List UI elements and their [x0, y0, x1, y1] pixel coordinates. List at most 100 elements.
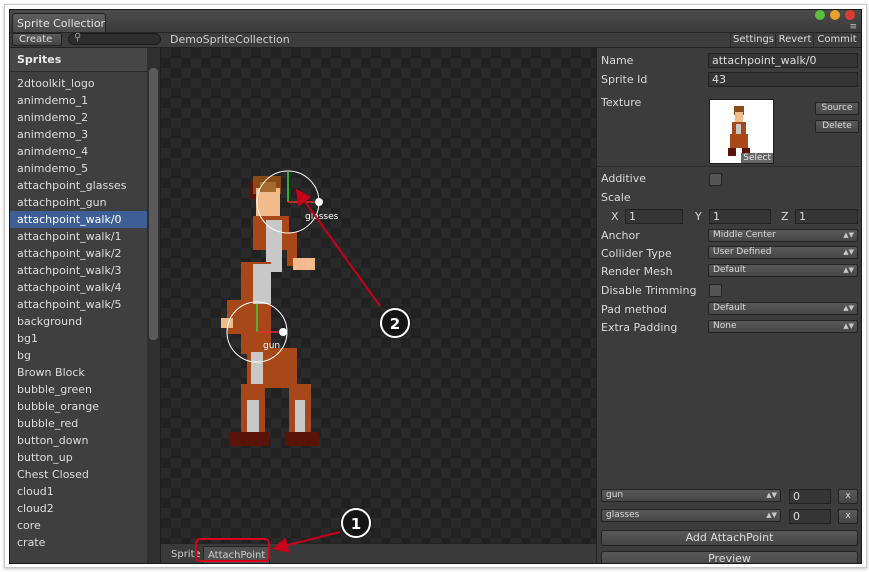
sprite-list-item[interactable]: bubble_red	[10, 415, 147, 432]
sprite-list-item[interactable]: attachpoint_walk/2	[10, 245, 147, 262]
source-button[interactable]: Source	[815, 102, 859, 115]
texture-thumbnail[interactable]: Select	[709, 99, 774, 164]
sidebar-scrollbar[interactable]	[147, 48, 161, 563]
sprite-list-item[interactable]: animdemo_1	[10, 92, 147, 109]
sprite-list-item[interactable]: button_down	[10, 432, 147, 449]
additive-checkbox[interactable]	[709, 173, 722, 186]
scale-y-field[interactable]: 1	[709, 209, 771, 224]
chevron-updown-icon: ▲▼	[843, 322, 854, 330]
sprite-list-item[interactable]: bg	[10, 347, 147, 364]
sprite-list-item[interactable]: cloud2	[10, 500, 147, 517]
render-mesh-label: Render Mesh	[601, 265, 673, 278]
sprite-list-item[interactable]: button_up	[10, 449, 147, 466]
attachpoint-glasses-dropdown[interactable]: glasses ▲▼	[601, 509, 781, 522]
sprite-id-field[interactable]: 43	[708, 72, 858, 87]
gun-handle[interactable]	[279, 328, 287, 336]
glasses-label: glasses	[305, 212, 339, 222]
sprite-sidebar: Sprites 2dtoolkit_logo animdemo_1 animdemo…	[10, 48, 148, 563]
remove-glasses-button[interactable]: x	[838, 509, 858, 524]
render-mesh-dropdown[interactable]: Default ▲▼	[708, 264, 858, 277]
menu-icon[interactable]: ≡	[849, 22, 857, 32]
additive-label: Additive	[601, 172, 646, 185]
callout-badge-1: 1	[341, 508, 371, 538]
sprite-list-item[interactable]: animdemo_5	[10, 160, 147, 177]
minimize-icon[interactable]	[830, 10, 840, 20]
sprite-list-item[interactable]: attachpoint_walk/3	[10, 262, 147, 279]
settings-button[interactable]: Settings	[730, 33, 776, 47]
pad-method-dropdown[interactable]: Default ▲▼	[708, 302, 858, 315]
preview-button[interactable]: Preview	[601, 551, 858, 563]
scale-z-field[interactable]: 1	[795, 209, 858, 224]
sprite-list-item[interactable]: Chest Closed	[10, 466, 147, 483]
sprite-list-item[interactable]: Brown Block	[10, 364, 147, 381]
attachpoint-glasses-angle[interactable]: 0	[789, 509, 831, 524]
sprite-list-item[interactable]: cloud1	[10, 483, 147, 500]
scale-label: Scale	[601, 191, 631, 204]
extra-padding-label: Extra Padding	[601, 321, 678, 334]
remove-gun-button[interactable]: x	[838, 489, 858, 504]
scale-x-label: X	[611, 210, 619, 223]
render-mesh-value: Default	[713, 265, 746, 275]
create-dropdown[interactable]: Create ▼	[12, 33, 62, 56]
search-icon: ⚲	[74, 32, 82, 43]
revert-button[interactable]: Revert	[775, 33, 814, 47]
sprite-list-item[interactable]: animdemo_3	[10, 126, 147, 143]
collection-title: DemoSpriteCollection	[170, 33, 290, 46]
collider-type-label: Collider Type	[601, 247, 672, 260]
name-field[interactable]: attachpoint_walk/0	[708, 53, 858, 68]
scale-x-field[interactable]: 1	[625, 209, 683, 224]
sprite-list-item[interactable]: attachpoint_walk/4	[10, 279, 147, 296]
add-attachpoint-button[interactable]: Add AttachPoint	[601, 530, 858, 546]
chevron-updown-icon: ▲▼	[843, 304, 854, 312]
sprite-inspector: Name attachpoint_walk/0 Sprite Id 43 Tex…	[596, 48, 861, 563]
chevron-updown-icon: ▲▼	[766, 491, 777, 499]
sprite-list-item[interactable]: crate	[10, 534, 147, 551]
pad-method-label: Pad method	[601, 303, 667, 316]
anchor-dropdown[interactable]: Middle Center ▲▼	[708, 229, 858, 242]
toolbar: Create ▼ ⚲ DemoSpriteCollection Settings…	[10, 32, 861, 56]
delete-button[interactable]: Delete	[815, 120, 859, 133]
sprite-list-item[interactable]: attachpoint_walk/1	[10, 228, 147, 245]
sprite-list-item[interactable]: attachpoint_glasses	[10, 177, 147, 194]
sprite-list-item[interactable]: attachpoint_gun	[10, 194, 147, 211]
sprite-list-item[interactable]: animdemo_4	[10, 143, 147, 160]
attachpoint-gun-angle[interactable]: 0	[789, 489, 831, 504]
title-bar: Sprite Collection ≡	[10, 10, 861, 33]
sprite-list-item[interactable]: background	[10, 313, 147, 330]
extra-padding-value: None	[713, 321, 737, 331]
extra-padding-dropdown[interactable]: None ▲▼	[708, 320, 858, 333]
separator	[597, 166, 861, 167]
scale-y-label: Y	[695, 210, 702, 223]
sprite-list-item[interactable]: bubble_green	[10, 381, 147, 398]
sprite-list-item[interactable]: core	[10, 517, 147, 534]
search-input[interactable]: ⚲	[68, 32, 161, 45]
attachpoint-tab-highlight	[195, 538, 270, 562]
texture-select-button[interactable]: Select	[741, 153, 773, 163]
sprite-list-item[interactable]: animdemo_2	[10, 109, 147, 126]
create-label: Create	[19, 34, 53, 45]
callout-badge-2: 2	[380, 308, 410, 338]
sprite-collection-window: Sprite Collection ≡ Create ▼ ⚲ DemoSprit…	[9, 9, 862, 564]
attachpoint-glasses-name: glasses	[606, 510, 640, 520]
maximize-icon[interactable]	[815, 10, 825, 20]
scale-z-label: Z	[781, 210, 789, 223]
chevron-updown-icon: ▲▼	[843, 231, 854, 239]
sprite-list-item[interactable]: bg1	[10, 330, 147, 347]
sprite-canvas[interactable]: glasses gun	[161, 48, 596, 543]
glasses-handle[interactable]	[315, 198, 323, 206]
sprite-list-item[interactable]: attachpoint_walk/0	[10, 211, 147, 228]
commit-button[interactable]: Commit	[813, 33, 860, 47]
texture-label: Texture	[601, 96, 642, 109]
anchor-value: Middle Center	[713, 230, 776, 240]
window-tab[interactable]: Sprite Collection	[12, 13, 106, 32]
scrollbar-thumb[interactable]	[149, 68, 158, 340]
sprite-list-item[interactable]: bubble_orange	[10, 398, 147, 415]
attachpoint-gun-dropdown[interactable]: gun ▲▼	[601, 489, 781, 502]
disable-trimming-checkbox[interactable]	[709, 284, 722, 297]
texture-preview-icon	[728, 106, 750, 156]
close-icon[interactable]	[845, 10, 855, 20]
collider-type-dropdown[interactable]: User Defined ▲▼	[708, 246, 858, 259]
chevron-updown-icon: ▲▼	[766, 511, 777, 519]
sprite-list-item[interactable]: 2dtoolkit_logo	[10, 75, 147, 92]
sprite-list-item[interactable]: attachpoint_walk/5	[10, 296, 147, 313]
